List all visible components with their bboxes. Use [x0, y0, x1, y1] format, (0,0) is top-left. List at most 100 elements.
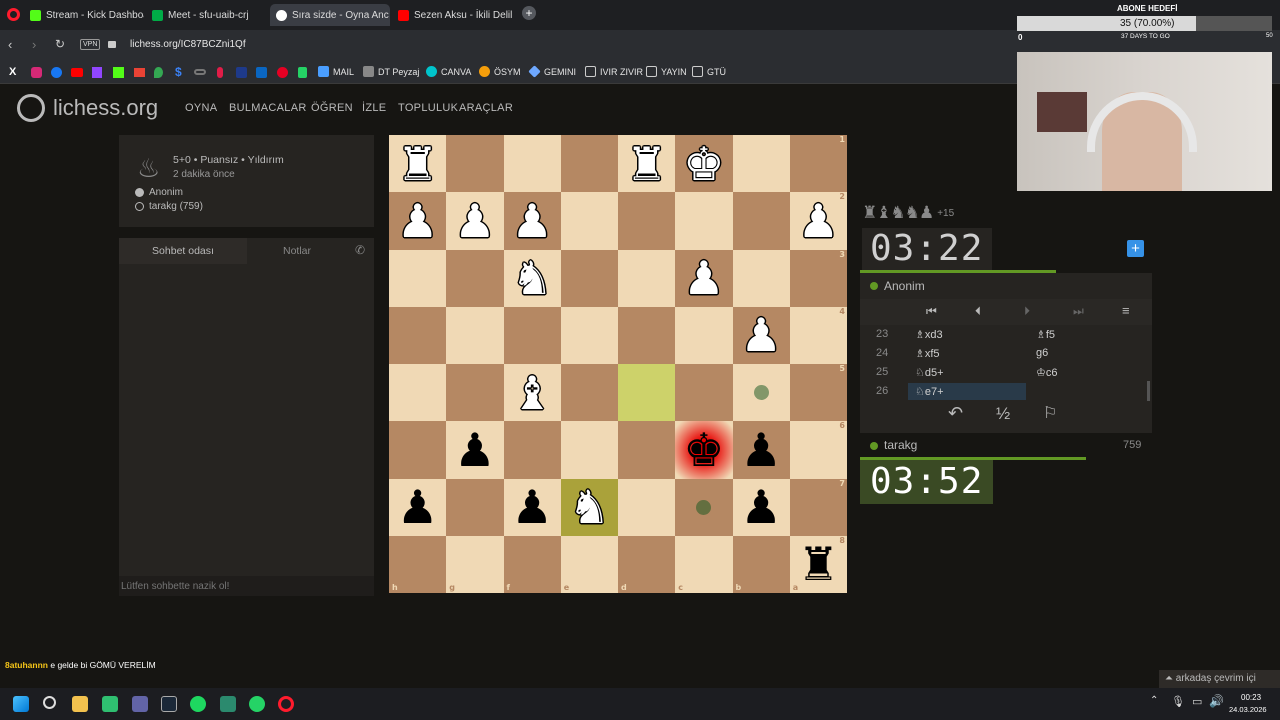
white-king-piece[interactable]: ♚ — [683, 141, 724, 187]
black-pawn-piece[interactable]: ♟ — [741, 427, 782, 473]
nav-tools[interactable]: ARAÇLAR — [459, 102, 513, 114]
mic-icon[interactable]: 🎙 — [1171, 695, 1185, 708]
move-dest-dot[interactable] — [753, 385, 769, 401]
board-square[interactable] — [446, 249, 504, 307]
bookmark-dt-peyzaj[interactable]: DT Peyzaj — [363, 66, 419, 77]
board-square[interactable] — [560, 249, 618, 307]
board-square[interactable] — [446, 135, 504, 193]
game-app-icon[interactable] — [220, 696, 236, 712]
tray-chevron-icon[interactable]: ⌃ — [1150, 695, 1158, 706]
board-square[interactable]: ♟ — [389, 478, 447, 536]
whatsapp-icon[interactable] — [298, 67, 307, 78]
board-square[interactable] — [389, 421, 447, 479]
bookmark-canva[interactable]: CANVA — [426, 66, 471, 77]
my-name[interactable]: tarakg — [884, 438, 917, 452]
white-rook-piece[interactable]: ♜ — [397, 141, 438, 187]
board-square[interactable]: ♟ 2 — [789, 192, 847, 250]
teams-icon[interactable] — [132, 696, 148, 712]
board-square[interactable]: ♝ — [503, 364, 561, 422]
board-square[interactable] — [560, 192, 618, 250]
board-square[interactable]: 6 — [789, 421, 847, 479]
board-square[interactable] — [618, 192, 676, 250]
nav-watch[interactable]: İZLE — [362, 102, 386, 114]
white-bishop-piece[interactable]: ♝ — [512, 370, 553, 416]
white-knight-piece[interactable]: ♞ — [512, 255, 553, 301]
white-pawn-piece[interactable]: ♟ — [741, 312, 782, 358]
board-square[interactable] — [618, 421, 676, 479]
opera-icon[interactable] — [278, 696, 294, 712]
board-square[interactable] — [675, 364, 733, 422]
board-square[interactable] — [732, 135, 790, 193]
spotify-icon[interactable] — [190, 696, 206, 712]
offer-draw-button[interactable]: ½ — [996, 404, 1010, 424]
bookmark-gemini[interactable]: GEMINI — [528, 65, 576, 78]
black-pawn-piece[interactable]: ♟ — [512, 484, 553, 530]
board-square[interactable] — [503, 135, 561, 193]
board-square[interactable]: ♟ — [503, 478, 561, 536]
moves-scrollbar[interactable] — [1147, 381, 1150, 401]
whatsapp-icon[interactable] — [249, 696, 265, 712]
board-square[interactable] — [560, 135, 618, 193]
board-square[interactable] — [675, 306, 733, 364]
nav-puzzles[interactable]: BULMACALAR — [229, 102, 307, 114]
board-square[interactable] — [618, 306, 676, 364]
move-black[interactable]: ♗f5 — [1036, 328, 1055, 341]
move-black[interactable]: g6 — [1036, 347, 1048, 359]
tab-chat-room[interactable]: Sohbet odası — [119, 238, 247, 264]
board-square[interactable] — [503, 306, 561, 364]
board-square[interactable] — [446, 364, 504, 422]
new-tab-icon[interactable]: + — [522, 6, 536, 20]
kick-icon[interactable] — [113, 67, 124, 78]
prev-move-icon[interactable]: ⏴ — [975, 304, 981, 319]
nav-community[interactable]: TOPLULUK — [398, 102, 458, 114]
board-square[interactable] — [675, 478, 733, 536]
x-icon[interactable]: X — [9, 66, 16, 78]
board-square[interactable]: ♚ — [675, 135, 733, 193]
black-pawn-piece[interactable]: ♟ — [741, 484, 782, 530]
url-field[interactable]: lichess.org/IC87BCZni1Qf — [130, 39, 246, 50]
friends-online-button[interactable]: ⏶ arkadaş çevrim içi — [1159, 670, 1280, 688]
last-move-icon[interactable]: ⏭ — [1073, 304, 1084, 319]
board-square[interactable]: ♟ — [446, 192, 504, 250]
tool-icon[interactable] — [236, 67, 247, 78]
bookmark-gtu[interactable]: GTÜ — [692, 66, 726, 77]
move-white[interactable]: ♘e7+ — [915, 385, 944, 398]
board-square[interactable]: ♜ — [389, 135, 447, 193]
black-pawn-piece[interactable]: ♟ — [397, 484, 438, 530]
board-square[interactable]: b — [732, 535, 790, 593]
board-square[interactable] — [618, 478, 676, 536]
board-square[interactable]: ♞ — [560, 478, 618, 536]
board-square[interactable]: 3 — [789, 249, 847, 307]
board-square[interactable] — [389, 364, 447, 422]
gmail-icon[interactable] — [134, 68, 145, 77]
board-square[interactable] — [732, 249, 790, 307]
next-move-icon[interactable]: ⏵ — [1024, 304, 1030, 319]
board-square[interactable] — [560, 306, 618, 364]
board-square[interactable]: e — [560, 535, 618, 593]
phone-icon[interactable]: ✆ — [355, 243, 365, 257]
white-rook-piece[interactable]: ♜ — [626, 141, 667, 187]
board-square[interactable]: ♜ 8 a — [789, 535, 847, 593]
board-square[interactable]: 4 — [789, 306, 847, 364]
black-king-piece[interactable]: ♚ — [683, 427, 724, 473]
facebook-icon[interactable] — [51, 67, 62, 78]
board-square[interactable] — [446, 306, 504, 364]
takeback-icon[interactable]: ↶ — [948, 403, 963, 424]
white-pawn-piece[interactable]: ♟ — [683, 255, 724, 301]
board-square[interactable] — [503, 421, 561, 479]
board-square[interactable] — [618, 249, 676, 307]
board-square[interactable]: h — [389, 535, 447, 593]
board-square[interactable]: ♟ — [732, 306, 790, 364]
board-square[interactable]: ♜ — [618, 135, 676, 193]
tray-time[interactable]: 00:23 — [1241, 693, 1261, 702]
white-pawn-piece[interactable]: ♟ — [397, 198, 438, 244]
instagram-icon[interactable] — [31, 67, 42, 78]
board-square[interactable]: ♟ — [446, 421, 504, 479]
nav-play[interactable]: OYNA — [185, 102, 217, 114]
board-square[interactable]: ♟ — [389, 192, 447, 250]
white-pawn-piece[interactable]: ♟ — [512, 198, 553, 244]
resign-flag-icon[interactable]: ⚐ — [1043, 403, 1057, 423]
pin-icon[interactable] — [217, 67, 223, 78]
board-square[interactable] — [618, 364, 676, 422]
white-knight-piece[interactable]: ♞ — [569, 484, 610, 530]
